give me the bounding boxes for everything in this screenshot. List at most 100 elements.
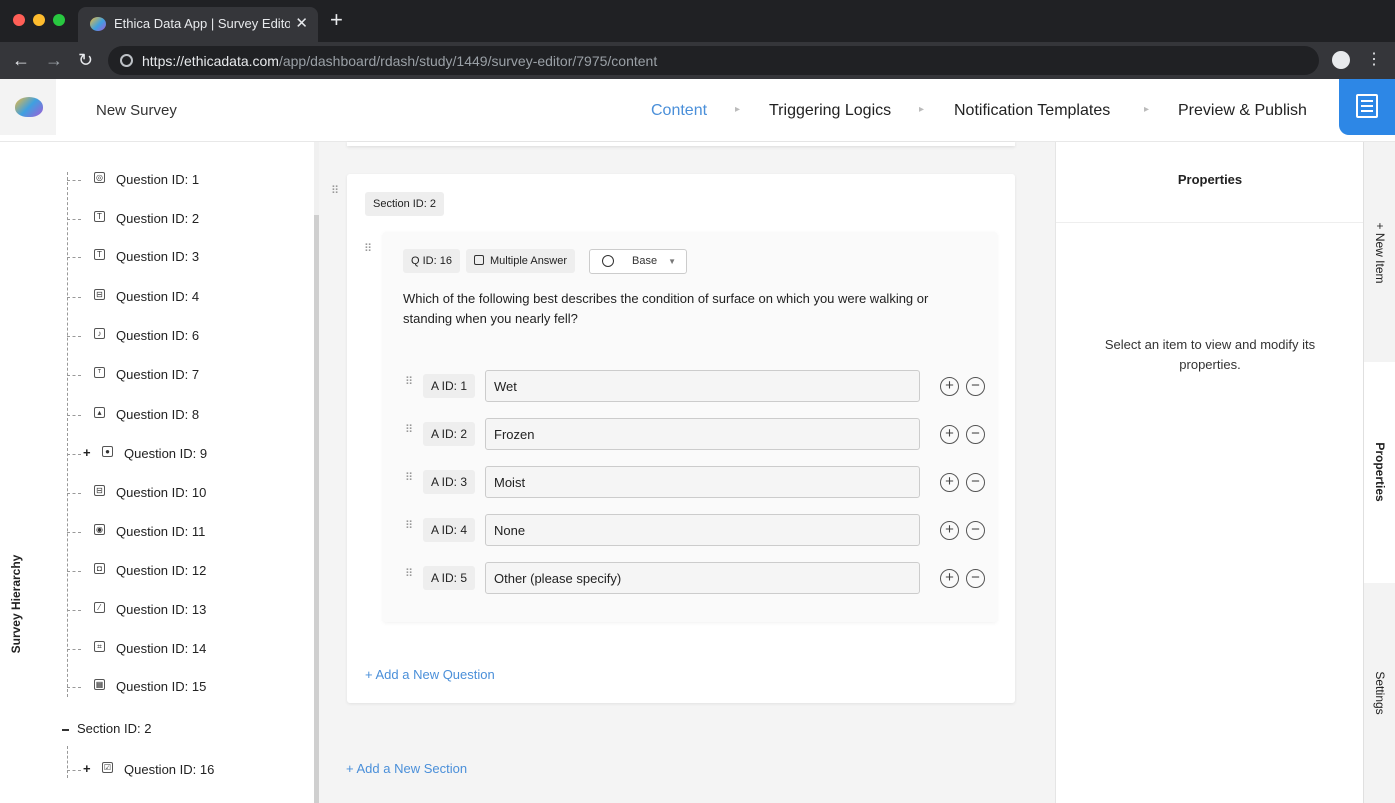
tree-item-q2[interactable]: T Question ID: 2 (67, 209, 307, 229)
step-preview-publish[interactable]: Preview & Publish (1178, 102, 1307, 120)
site-info-icon[interactable] (120, 54, 133, 67)
tab-title: Ethica Data App | Survey Editor (114, 16, 290, 31)
properties-tab[interactable]: Properties (1363, 362, 1395, 583)
tree-item-q9[interactable]: + ● Question ID: 9 (67, 444, 307, 464)
drag-handle-icon[interactable]: ⠿ (364, 244, 372, 255)
answer-input[interactable] (485, 514, 920, 546)
forward-arrow-icon[interactable]: → (45, 50, 63, 70)
add-answer-icon[interactable]: + (940, 521, 959, 540)
question-card[interactable]: Q ID: 16 Multiple Answer Base ▼ Which of… (383, 232, 997, 622)
close-window-button[interactable] (13, 14, 25, 26)
add-answer-icon[interactable]: + (940, 425, 959, 444)
logo-container[interactable] (0, 79, 56, 135)
properties-tab-label: Properties (1373, 442, 1387, 502)
tree-item-q7[interactable]: ᵀ Question ID: 7 (67, 365, 307, 385)
globe-icon (602, 255, 614, 267)
add-answer-icon[interactable]: + (940, 377, 959, 396)
remove-answer-icon[interactable]: − (966, 473, 985, 492)
tree-item-q6[interactable]: ♪ Question ID: 6 (67, 326, 307, 346)
previous-section-card (347, 142, 1015, 146)
calendar-icon: ▦ (94, 679, 105, 690)
settings-tab[interactable]: Settings (1363, 583, 1395, 803)
browser-tab[interactable]: Ethica Data App | Survey Editor ✕ (78, 7, 318, 42)
checklist-icon (1356, 94, 1378, 118)
collapse-icon[interactable] (62, 728, 69, 731)
expand-icon[interactable]: + (83, 761, 91, 776)
maximize-window-button[interactable] (53, 14, 65, 26)
tree-section-2[interactable]: Section ID: 2 (62, 721, 151, 736)
section-id-tag: Section ID: 2 (365, 192, 444, 216)
tree-item-q10[interactable]: ⊟ Question ID: 10 (67, 483, 307, 503)
answer-id-tag: A ID: 4 (423, 518, 476, 542)
tree-item-q8[interactable]: ▴ Question ID: 8 (67, 405, 307, 425)
tree-item-q16[interactable]: + ☑ Question ID: 16 (67, 760, 307, 780)
settings-label: Settings (1373, 671, 1387, 715)
slider-icon: ⁄ (94, 602, 105, 613)
new-tab-icon[interactable]: + (330, 9, 343, 31)
add-answer-icon[interactable]: + (940, 473, 959, 492)
text-icon: T (94, 211, 105, 222)
drag-handle-icon[interactable]: ⠿ (405, 473, 413, 484)
drag-handle-icon[interactable]: ⠿ (331, 186, 339, 197)
tree-item-q11[interactable]: ◉ Question ID: 11 (67, 522, 307, 542)
ethica-logo-icon (15, 97, 43, 117)
language-select[interactable]: Base ▼ (589, 249, 687, 274)
close-tab-icon[interactable]: ✕ (295, 14, 308, 32)
back-arrow-icon[interactable]: ← (12, 50, 30, 70)
favicon-icon (90, 17, 106, 31)
step-triggering-logics[interactable]: Triggering Logics (769, 102, 891, 120)
new-item-label: + New Item (1373, 222, 1387, 284)
answer-row: ⠿ A ID: 2 + − (403, 418, 985, 450)
barcode-icon: ⌗ (94, 641, 105, 652)
url-text: https://ethicadata.com/app/dashboard/rda… (142, 53, 658, 69)
tree-item-q3[interactable]: T Question ID: 3 (67, 247, 307, 267)
answer-input[interactable] (485, 418, 920, 450)
answer-input[interactable] (485, 370, 920, 402)
answer-row: ⠿ A ID: 1 + − (403, 370, 985, 402)
drag-handle-icon[interactable]: ⠿ (405, 569, 413, 580)
caret-down-icon: ▼ (668, 257, 676, 266)
profile-icon[interactable] (1332, 51, 1350, 69)
new-item-tab[interactable]: + New Item (1363, 142, 1395, 362)
text-input-icon: ᵀ (94, 367, 105, 378)
question-text[interactable]: Which of the following best describes th… (403, 289, 963, 329)
chevron-right-icon: ▸ (735, 104, 741, 115)
tree-section-label: Section ID: 2 (77, 721, 152, 736)
remove-answer-icon[interactable]: − (966, 569, 985, 588)
properties-empty-message: Select an item to view and modify its pr… (1104, 337, 1316, 372)
add-answer-icon[interactable]: + (940, 569, 959, 588)
minimize-window-button[interactable] (33, 14, 45, 26)
chevron-right-icon: ▸ (1144, 104, 1150, 115)
survey-hierarchy-tab[interactable]: Survey Hierarchy (0, 142, 34, 803)
language-value: Base (632, 255, 658, 267)
drag-handle-icon[interactable]: ⠿ (405, 521, 413, 532)
remove-answer-icon[interactable]: − (966, 377, 985, 396)
reload-icon[interactable]: ↻ (78, 50, 93, 70)
tree-item-q12[interactable]: ◘ Question ID: 12 (67, 561, 307, 581)
drag-handle-icon[interactable]: ⠿ (405, 425, 413, 436)
step-notification-templates[interactable]: Notification Templates (954, 102, 1110, 120)
survey-checklist-button[interactable] (1339, 79, 1395, 135)
drag-handle-icon[interactable]: ⠿ (405, 377, 413, 388)
address-bar[interactable]: https://ethicadata.com/app/dashboard/rda… (108, 46, 1319, 75)
tree-item-q14[interactable]: ⌗ Question ID: 14 (67, 639, 307, 659)
remove-answer-icon[interactable]: − (966, 521, 985, 540)
tree-item-q15[interactable]: ▦ Question ID: 15 (67, 677, 307, 697)
tree-item-q4[interactable]: ⊟ Question ID: 4 (67, 287, 307, 307)
expand-icon[interactable]: + (83, 445, 91, 460)
add-question-link[interactable]: + Add a New Question (365, 667, 495, 682)
tree-item-q13[interactable]: ⁄ Question ID: 13 (67, 600, 307, 620)
audio-icon: ♪ (94, 328, 105, 339)
add-section-link[interactable]: + Add a New Section (346, 761, 467, 776)
browser-menu-icon[interactable]: ⋮ (1366, 48, 1382, 72)
remove-answer-icon[interactable]: − (966, 425, 985, 444)
tree-item-q1[interactable]: ◎ Question ID: 1 (67, 170, 307, 190)
answer-input[interactable] (485, 562, 920, 594)
camera-icon: ◘ (94, 563, 105, 574)
app-header: New Survey Content ▸ Triggering Logics ▸… (0, 79, 1395, 142)
answer-id-tag: A ID: 1 (423, 374, 476, 398)
answer-input[interactable] (485, 466, 920, 498)
image-choice-icon: ◎ (94, 172, 105, 183)
step-content[interactable]: Content (651, 102, 707, 120)
question-id-tag: Q ID: 16 (403, 249, 460, 273)
